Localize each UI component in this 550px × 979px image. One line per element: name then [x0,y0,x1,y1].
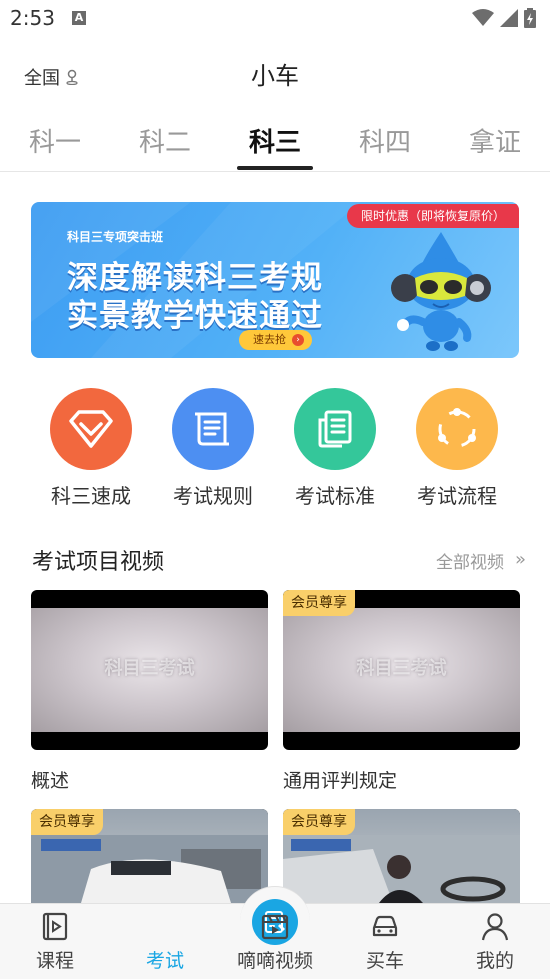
banner-cta-button[interactable]: 速去抢 › [239,330,312,350]
video-card[interactable]: 科目三考试 会员尊享 通用评判规定 [283,590,520,793]
quick-link-label: 考试规则 [173,484,253,508]
tab-get-license[interactable]: 拿证 [440,122,550,159]
status-bar: 2:53 A [0,0,550,40]
nav-label: 买车 [365,950,404,972]
all-videos-link[interactable]: 全部视频 [436,548,504,573]
banner-subtitle: 科目三专项突击班 [67,230,164,244]
tab-subject-1[interactable]: 科一 [0,122,110,159]
video-thumbnail[interactable]: 科目三考试 [31,590,268,750]
bottom-navigation: 课程 考试 嘀嘀视频 买车 我的 [0,886,550,979]
nav-label: 嘀嘀视频 [236,950,313,972]
banner-cta-label: 速去抢 [253,333,286,346]
nav-label: 考试 [145,950,184,972]
document-icon [294,388,376,470]
quick-link-exam-rules[interactable]: 考试规则 [152,388,274,509]
page-title: 小车 [251,62,299,90]
user-icon [481,913,509,941]
video-card[interactable]: 科目三考试 概述 [31,590,268,793]
quick-link-speed-course[interactable]: 科三速成 [30,388,152,509]
cycle-icon [416,388,498,470]
thumbnail-caption: 科目三考试 [356,658,447,679]
header: 全国 小车 [0,40,550,108]
section-title: 考试项目视频 [32,550,165,575]
tab-subject-3[interactable]: 科三 [220,122,330,159]
video-title: 通用评判规定 [283,770,398,792]
scroll-icon [172,388,254,470]
banner-headline-2: 实景教学快速通过 [67,298,323,334]
arrow-right-icon: › [292,334,304,346]
quick-link-label: 考试流程 [417,484,497,508]
member-badge: 会员尊享 [31,809,103,835]
video-thumbnail[interactable]: 科目三考试 会员尊享 [283,590,520,750]
member-badge: 会员尊享 [283,590,355,616]
nav-item-buy-car[interactable]: 买车 [330,904,440,979]
diamond-icon [50,388,132,470]
status-time: 2:53 [10,6,55,30]
promo-banner[interactable]: 限时优惠（即将恢复原价） 科目三专项突击班 深度解读科三考规 实景教学快速通过 … [31,202,519,358]
tab-subject-4[interactable]: 科四 [330,122,440,159]
video-title: 概述 [31,770,70,792]
quick-link-label: 考试标准 [295,484,375,508]
quick-link-label: 科三速成 [51,484,131,508]
member-badge: 会员尊享 [283,809,355,835]
double-chevron-right-icon[interactable]: » [515,549,526,570]
nav-item-didi-video[interactable]: 嘀嘀视频 [220,904,330,979]
notification-a-icon: A [72,11,86,25]
nav-item-courses[interactable]: 课程 [0,904,110,979]
nav-label: 课程 [35,950,74,972]
tab-subject-2[interactable]: 科二 [110,122,220,159]
subject-tabs: 科一 科二 科三 科四 拿证 [0,108,550,172]
nav-item-exam[interactable]: 考试 [110,886,310,979]
car-icon [372,915,398,937]
status-icons [472,8,536,28]
clapper-icon [261,914,289,940]
limited-offer-tag: 限时优惠（即将恢复原价） [346,204,519,228]
tab-indicator [237,166,313,170]
quick-link-exam-standard[interactable]: 考试标准 [274,388,396,509]
battery-icon [524,8,536,28]
mascot-illustration [391,232,491,351]
video-book-icon [42,912,68,941]
wifi-icon [472,9,494,26]
nav-item-mine[interactable]: 我的 [440,904,550,979]
signal-icon [500,9,518,27]
nav-label: 我的 [475,950,514,972]
quick-link-exam-process[interactable]: 考试流程 [396,388,518,509]
thumbnail-caption: 科目三考试 [104,658,195,679]
